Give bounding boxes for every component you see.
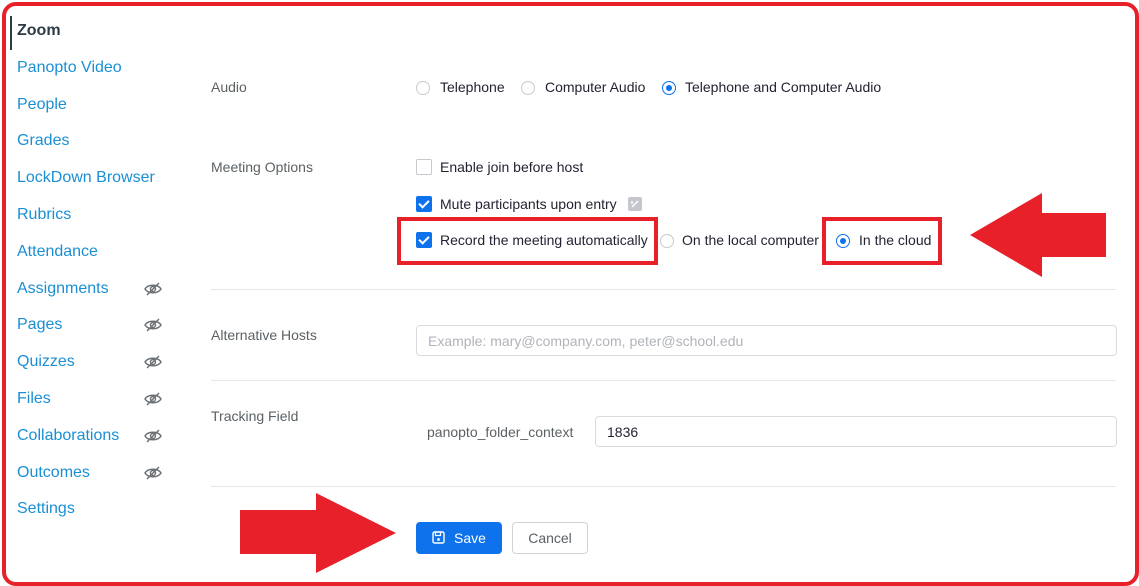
audio-both-label[interactable]: Telephone and Computer Audio (685, 78, 881, 96)
course-navigation: Zoom Panopto Video People Grades LockDow… (0, 0, 190, 586)
tracking-field-name: panopto_folder_context (427, 424, 574, 440)
eye-off-icon (144, 318, 162, 332)
mute-participants-label[interactable]: Mute participants upon entry (440, 195, 617, 213)
record-highlight-box (397, 217, 658, 265)
lock-icon[interactable] (628, 197, 642, 211)
cloud-highlight-box (822, 217, 942, 265)
floppy-disk-icon (432, 531, 445, 544)
tracking-field-label: Tracking Field (211, 408, 299, 424)
audio-computer-label[interactable]: Computer Audio (545, 78, 645, 96)
divider (211, 380, 1116, 381)
arrow-right-icon (240, 493, 396, 573)
nav-collaborations[interactable]: Collaborations (17, 426, 119, 446)
eye-off-icon (144, 392, 162, 406)
join-before-host-checkbox[interactable] (416, 159, 432, 175)
active-indicator (10, 16, 12, 50)
eye-off-icon (144, 466, 162, 480)
audio-telephone-radio[interactable] (416, 81, 430, 95)
join-before-host-label[interactable]: Enable join before host (440, 158, 583, 176)
eye-off-icon (144, 282, 162, 296)
alternative-hosts-input[interactable] (416, 325, 1117, 356)
nav-rubrics[interactable]: Rubrics (17, 205, 71, 225)
arrow-left-icon (970, 193, 1106, 277)
nav-assignments[interactable]: Assignments (17, 279, 109, 299)
nav-files[interactable]: Files (17, 389, 51, 409)
record-local-radio[interactable] (660, 234, 674, 248)
audio-both-radio[interactable] (662, 81, 676, 95)
alternative-hosts-label: Alternative Hosts (211, 327, 317, 343)
eye-off-icon (144, 429, 162, 443)
cancel-button[interactable]: Cancel (512, 522, 588, 554)
nav-zoom[interactable]: Zoom (17, 21, 61, 41)
eye-off-icon (144, 355, 162, 369)
nav-quizzes[interactable]: Quizzes (17, 352, 75, 372)
save-button-label: Save (454, 530, 486, 546)
nav-outcomes[interactable]: Outcomes (17, 463, 90, 483)
divider (211, 486, 1116, 487)
mute-participants-checkbox[interactable] (416, 196, 432, 212)
nav-attendance[interactable]: Attendance (17, 242, 98, 262)
tracking-field-input[interactable] (595, 416, 1117, 447)
nav-panopto-video[interactable]: Panopto Video (17, 58, 122, 78)
nav-lockdown-browser[interactable]: LockDown Browser (17, 168, 155, 188)
meeting-options-label: Meeting Options (211, 159, 313, 175)
divider (211, 289, 1116, 290)
save-button[interactable]: Save (416, 522, 502, 554)
nav-grades[interactable]: Grades (17, 131, 69, 151)
audio-telephone-label[interactable]: Telephone (440, 78, 505, 96)
audio-label: Audio (211, 79, 247, 95)
nav-settings[interactable]: Settings (17, 499, 75, 519)
record-local-label[interactable]: On the local computer (682, 231, 819, 249)
nav-people[interactable]: People (17, 95, 67, 115)
audio-computer-radio[interactable] (521, 81, 535, 95)
nav-pages[interactable]: Pages (17, 315, 62, 335)
